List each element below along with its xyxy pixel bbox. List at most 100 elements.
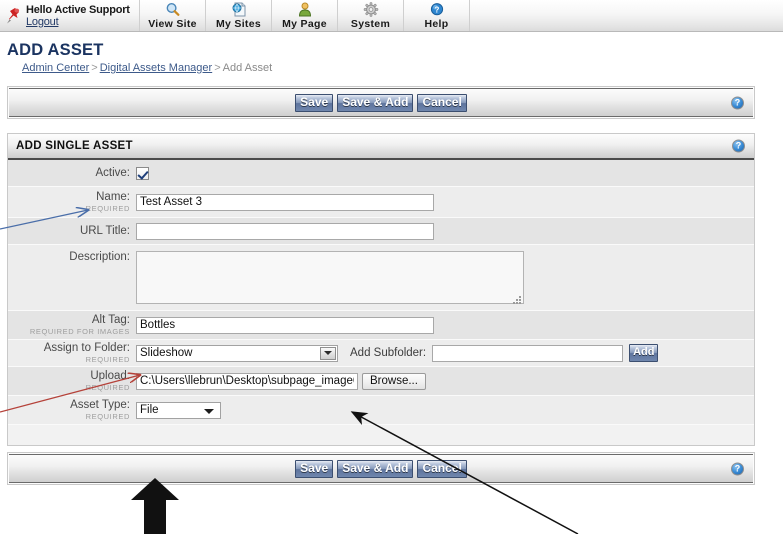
user-block: Hello Active Support Logout [0,0,140,31]
name-input[interactable] [136,193,434,211]
add-subfolder-button[interactable]: Add [629,344,659,362]
breadcrumb-link-admin-center[interactable]: Admin Center [22,62,89,74]
nav-label: View Site [148,17,197,30]
help-icon-top-toolbar[interactable]: ? [731,96,744,109]
asset-type-label-cell: Asset Type: REQUIRED [8,399,136,421]
user-greeting: Hello Active Support [26,3,130,16]
save-button-top[interactable]: Save [295,93,334,112]
alt-tag-field-cell [136,316,754,334]
active-label-cell: Active: [8,167,136,180]
breadcrumb: Admin Center > Digital Assets Manager > Add … [22,62,272,74]
nav-label: System [350,17,391,30]
breadcrumb-link-digital-assets-manager[interactable]: Digital Assets Manager [100,62,213,74]
save-and-add-button-top[interactable]: Save & Add [337,93,414,112]
asset-type-required-note: REQUIRED [85,412,130,421]
name-field-cell [136,193,754,211]
nav-item-help[interactable]: ? Help [404,0,470,31]
assign-folder-label-cell: Assign to Folder: REQUIRED [8,342,136,364]
form-row-url-title: URL Title: [8,218,754,245]
svg-text:?: ? [434,5,439,14]
save-and-add-button-bottom[interactable]: Save & Add [337,459,414,478]
breadcrumb-current: Add Asset [222,62,273,74]
gear-icon [363,1,379,17]
url-title-label: URL Title: [79,224,130,237]
form-row-upload: Upload: REQUIRED Browse... [8,367,754,396]
assign-folder-field-cell: Slideshow Add Subfolder: Add [136,344,754,362]
alt-tag-input[interactable] [136,316,434,334]
magnifier-icon [165,2,181,17]
asset-type-field-cell: File [136,401,754,419]
add-subfolder-label: Add Subfolder: [350,346,427,359]
black-up-annotation-arrow [131,478,179,534]
upload-file-path-input[interactable] [136,372,358,390]
alt-tag-label: Alt Tag: [91,314,130,326]
section-title: ADD SINGLE ASSET [16,140,133,152]
description-label-cell: Description: [8,251,136,264]
assign-folder-required-note: REQUIRED [85,355,130,364]
description-textarea-wrap [136,251,524,307]
form-row-description: Description: [8,245,754,311]
nav-label: My Page [282,17,327,30]
top-toolbar-inner: Save Save & Add Cancel ? [9,88,753,117]
name-required-note: REQUIRED [85,204,130,213]
pushpin-icon [6,6,22,26]
save-button-bottom[interactable]: Save [295,459,334,478]
cancel-button-bottom[interactable]: Cancel [417,459,467,478]
help-icon-section[interactable]: ? [732,139,745,153]
bottom-toolbar-inner: Save Save & Add Cancel ? [9,454,753,483]
nav-label: Help [424,17,449,30]
description-field-cell [136,251,754,307]
upload-label-cell: Upload: REQUIRED [8,370,136,392]
nav-item-view-site[interactable]: View Site [140,0,206,31]
alt-tag-required-note: REQUIRED FOR IMAGES [29,327,130,336]
assign-folder-label: Assign to Folder: [43,342,130,354]
nav-item-my-page[interactable]: My Page [272,0,338,31]
assign-folder-selected-value: Slideshow [140,346,193,359]
alt-tag-label-cell: Alt Tag: REQUIRED FOR IMAGES [8,314,136,336]
page-title: ADD ASSET [7,41,104,59]
breadcrumb-separator: > [91,62,98,74]
active-field-cell [136,166,754,180]
form-row-active: Active: [8,160,754,187]
upload-field-cell: Browse... [136,372,754,390]
logout-link[interactable]: Logout [26,16,130,28]
form-body: Active: Name: REQUIRED URL Title: [8,160,754,425]
breadcrumb-separator: > [214,62,221,74]
nav-item-my-sites[interactable]: My Sites [206,0,272,31]
url-title-input[interactable] [136,222,434,240]
nav-label: My Sites [216,17,261,30]
bottom-toolbar: Save Save & Add Cancel ? [7,452,755,485]
form-row-assign-folder: Assign to Folder: REQUIRED Slideshow Add… [8,340,754,367]
browse-button[interactable]: Browse... [362,372,426,390]
add-single-asset-panel: ADD SINGLE ASSET ? Active: Name: REQUIRE… [7,133,755,446]
name-label-cell: Name: REQUIRED [8,191,136,213]
top-toolbar: Save Save & Add Cancel ? [7,86,755,119]
asset-type-label: Asset Type: [70,399,130,411]
help-icon-bottom-toolbar[interactable]: ? [731,462,744,475]
active-label: Active: [95,166,130,179]
chevron-down-icon[interactable] [320,346,336,360]
top-navigation-bar: Hello Active Support Logout View Site My… [0,0,783,32]
description-textarea[interactable] [136,251,524,304]
description-label: Description: [69,251,130,263]
active-checkbox[interactable] [136,166,149,180]
section-header: ADD SINGLE ASSET ? [8,134,754,160]
question-circle-icon: ? [429,2,445,17]
name-label: Name: [96,191,130,203]
form-row-alt-tag: Alt Tag: REQUIRED FOR IMAGES [8,311,754,340]
asset-type-select[interactable]: File [136,401,221,419]
url-title-label-cell: URL Title: [8,225,136,238]
nav-item-system[interactable]: System [338,0,404,31]
form-row-name: Name: REQUIRED [8,187,754,218]
add-subfolder-input[interactable] [432,344,624,362]
asset-type-selected-value: File [140,403,159,416]
upload-required-note: REQUIRED [85,383,130,392]
cancel-button-top[interactable]: Cancel [417,93,467,112]
document-globe-icon [231,2,247,17]
url-title-field-cell [136,222,754,240]
form-row-asset-type: Asset Type: REQUIRED File [8,396,754,425]
chevron-down-icon[interactable] [204,408,214,414]
assign-folder-select[interactable]: Slideshow [136,344,338,362]
upload-label: Upload: [90,370,130,382]
